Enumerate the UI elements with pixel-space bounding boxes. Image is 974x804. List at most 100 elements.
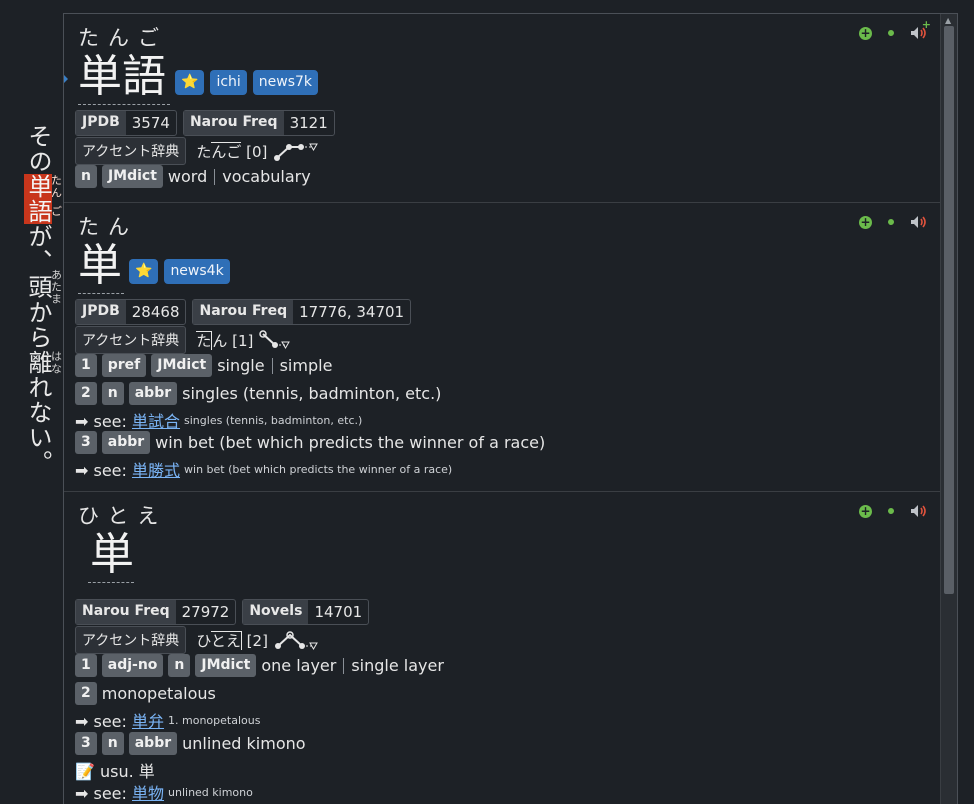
audio-icon[interactable]: + bbox=[910, 18, 931, 40]
gloss: word bbox=[167, 167, 208, 186]
sense-number: 2 bbox=[75, 682, 97, 705]
frequency-row: JPDB 3574 Narou Freq 3121 bbox=[75, 110, 341, 136]
add-note-icon[interactable]: + bbox=[859, 215, 872, 229]
reading: たんご bbox=[78, 26, 168, 50]
scroll-up-icon[interactable]: ▲ bbox=[945, 16, 951, 25]
sentence-text: が、 bbox=[24, 224, 52, 274]
pitch-dictionary-label: アクセント辞典 bbox=[75, 326, 187, 354]
pitch-accent-row: アクセント辞典 たんご [0] bbox=[75, 137, 319, 165]
frequency-item: JPDB 3574 bbox=[75, 110, 177, 136]
cross-reference-link[interactable]: 単物 bbox=[132, 784, 164, 803]
expression-underline bbox=[78, 104, 170, 105]
tag[interactable]: ichi bbox=[210, 70, 247, 95]
cross-reference-link[interactable]: 単試合 bbox=[132, 412, 180, 431]
expression[interactable]: 単語 bbox=[78, 52, 170, 102]
sense-number: 2 bbox=[75, 382, 97, 405]
pitch-graph bbox=[259, 330, 291, 349]
cross-reference-note: win bet (bet which predicts the winner o… bbox=[184, 462, 453, 476]
reading: たん bbox=[78, 215, 138, 239]
entry-actions: + bbox=[859, 215, 928, 229]
pitch-text: たん [1] bbox=[196, 330, 254, 350]
plus-icon: + bbox=[921, 18, 931, 31]
dictionary-entry: + ひとえ 単 Narou Freq 27972 Novels 14701 アクセン… bbox=[64, 492, 940, 804]
gloss: vocabulary bbox=[222, 167, 311, 186]
cross-reference: ➡ see: 単試合 singles (tennis, badminton, e… bbox=[75, 412, 363, 431]
cross-reference-note: 1. monopetalous bbox=[168, 713, 261, 727]
sense: 1 pref JMdict single simple bbox=[75, 354, 332, 377]
entry-actions: + + bbox=[859, 18, 931, 40]
cross-reference-link[interactable]: 単弁 bbox=[132, 712, 164, 731]
pos-tag[interactable]: n bbox=[168, 654, 191, 677]
tag-list: ⭐ news4k bbox=[129, 259, 230, 284]
dictionary-tag[interactable]: JMdict bbox=[195, 654, 257, 677]
pos-tag[interactable]: adj-no bbox=[101, 654, 164, 677]
gloss: singles (tennis, badminton, etc.) bbox=[182, 384, 442, 403]
pitch-accent-row: アクセント辞典 たん [1] bbox=[75, 326, 295, 354]
expression-underline bbox=[78, 293, 124, 294]
sense: 2 n abbr singles (tennis, badminton, etc… bbox=[75, 382, 441, 405]
entry-headword: たんご 単語 bbox=[78, 22, 170, 105]
pitch-text: たんご [0] bbox=[196, 141, 268, 161]
add-note-icon[interactable]: + bbox=[859, 504, 872, 518]
gloss: one layer bbox=[261, 656, 337, 675]
pos-tag[interactable]: n bbox=[101, 732, 124, 755]
expression-underline bbox=[88, 582, 134, 583]
dictionary-entry: + + たんご 単語 ⭐ ichi news7k JPDB 3574 Narou … bbox=[64, 14, 940, 203]
dictionary-tag[interactable]: JMdict bbox=[101, 165, 163, 188]
usage-note-text: 📝 usu. 単 bbox=[75, 762, 155, 781]
expression[interactable]: 単 bbox=[78, 530, 167, 580]
view-note-icon[interactable] bbox=[884, 26, 898, 40]
scrollbar[interactable]: ▲ bbox=[940, 14, 957, 804]
misc-tag[interactable]: abbr bbox=[101, 431, 151, 454]
sense-number: 1 bbox=[75, 654, 97, 677]
pitch-graph bbox=[274, 631, 318, 650]
view-note-icon[interactable] bbox=[884, 215, 898, 229]
source-sentence: その単たん語ごが、頭あたまから離はなれない。 bbox=[10, 124, 63, 544]
frequency-item: Narou Freq 17776, 34701 bbox=[192, 299, 412, 325]
gloss: unlined kimono bbox=[182, 734, 306, 753]
sense: 3 n abbr unlined kimono bbox=[75, 732, 306, 755]
sense-number: 1 bbox=[75, 354, 97, 377]
dictionary-popup[interactable]: + + たんご 単語 ⭐ ichi news7k JPDB 3574 Narou … bbox=[63, 13, 958, 804]
audio-icon[interactable] bbox=[910, 215, 928, 229]
tag-star[interactable]: ⭐ bbox=[129, 259, 159, 284]
misc-tag[interactable]: abbr bbox=[128, 732, 178, 755]
sentence-prefix: その bbox=[24, 124, 52, 174]
misc-tag[interactable]: abbr bbox=[128, 382, 178, 405]
pos-tag[interactable]: n bbox=[101, 382, 124, 405]
gloss: simple bbox=[279, 356, 333, 375]
audio-icon[interactable] bbox=[910, 504, 928, 518]
cross-reference-note: unlined kimono bbox=[168, 785, 253, 799]
cross-reference-link[interactable]: 単勝式 bbox=[132, 461, 180, 480]
sense: 2 monopetalous bbox=[75, 682, 216, 705]
frequency-item: Novels 14701 bbox=[242, 599, 370, 625]
pos-tag[interactable]: pref bbox=[101, 354, 147, 377]
cross-reference: ➡ see: 単弁 1. monopetalous bbox=[75, 712, 261, 731]
scrollbar-thumb[interactable] bbox=[944, 26, 954, 594]
cross-reference: ➡ see: 単勝式 win bet (bet which predicts t… bbox=[75, 461, 453, 480]
ruby-word: 離はな bbox=[24, 350, 63, 375]
cross-reference-note: singles (tennis, badminton, etc.) bbox=[184, 413, 363, 427]
gloss-separator bbox=[271, 357, 273, 374]
sentence-text: れない。 bbox=[24, 375, 52, 475]
dictionary-tag[interactable]: JMdict bbox=[151, 354, 213, 377]
tag[interactable]: news4k bbox=[164, 259, 230, 284]
frequency-row: JPDB 28468 Narou Freq 17776, 34701 bbox=[75, 299, 417, 325]
entry-actions: + bbox=[859, 504, 928, 518]
tag[interactable]: news7k bbox=[252, 70, 319, 95]
pitch-dictionary-label: アクセント辞典 bbox=[75, 626, 187, 654]
pos-tag[interactable]: n bbox=[75, 165, 97, 188]
tag-star[interactable]: ⭐ bbox=[175, 70, 205, 95]
ruby-word: 頭あたま bbox=[24, 269, 63, 305]
add-note-icon[interactable]: + bbox=[859, 26, 872, 40]
highlighted-term[interactable]: 単たん語ご bbox=[24, 174, 63, 224]
pitch-accent-row: アクセント辞典 ひとえ [2] bbox=[75, 626, 322, 654]
gloss: win bet (bet which predicts the winner o… bbox=[155, 433, 546, 452]
pitch-text: ひとえ [2] bbox=[196, 630, 268, 650]
usage-note: 📝 usu. 単 bbox=[75, 758, 155, 782]
pitch-graph bbox=[274, 143, 319, 161]
view-note-icon[interactable] bbox=[884, 504, 898, 518]
sense: 1 adj-no n JMdict one layer single layer bbox=[75, 654, 444, 677]
gloss-separator bbox=[343, 657, 345, 674]
pitch-dictionary-label: アクセント辞典 bbox=[75, 137, 187, 165]
